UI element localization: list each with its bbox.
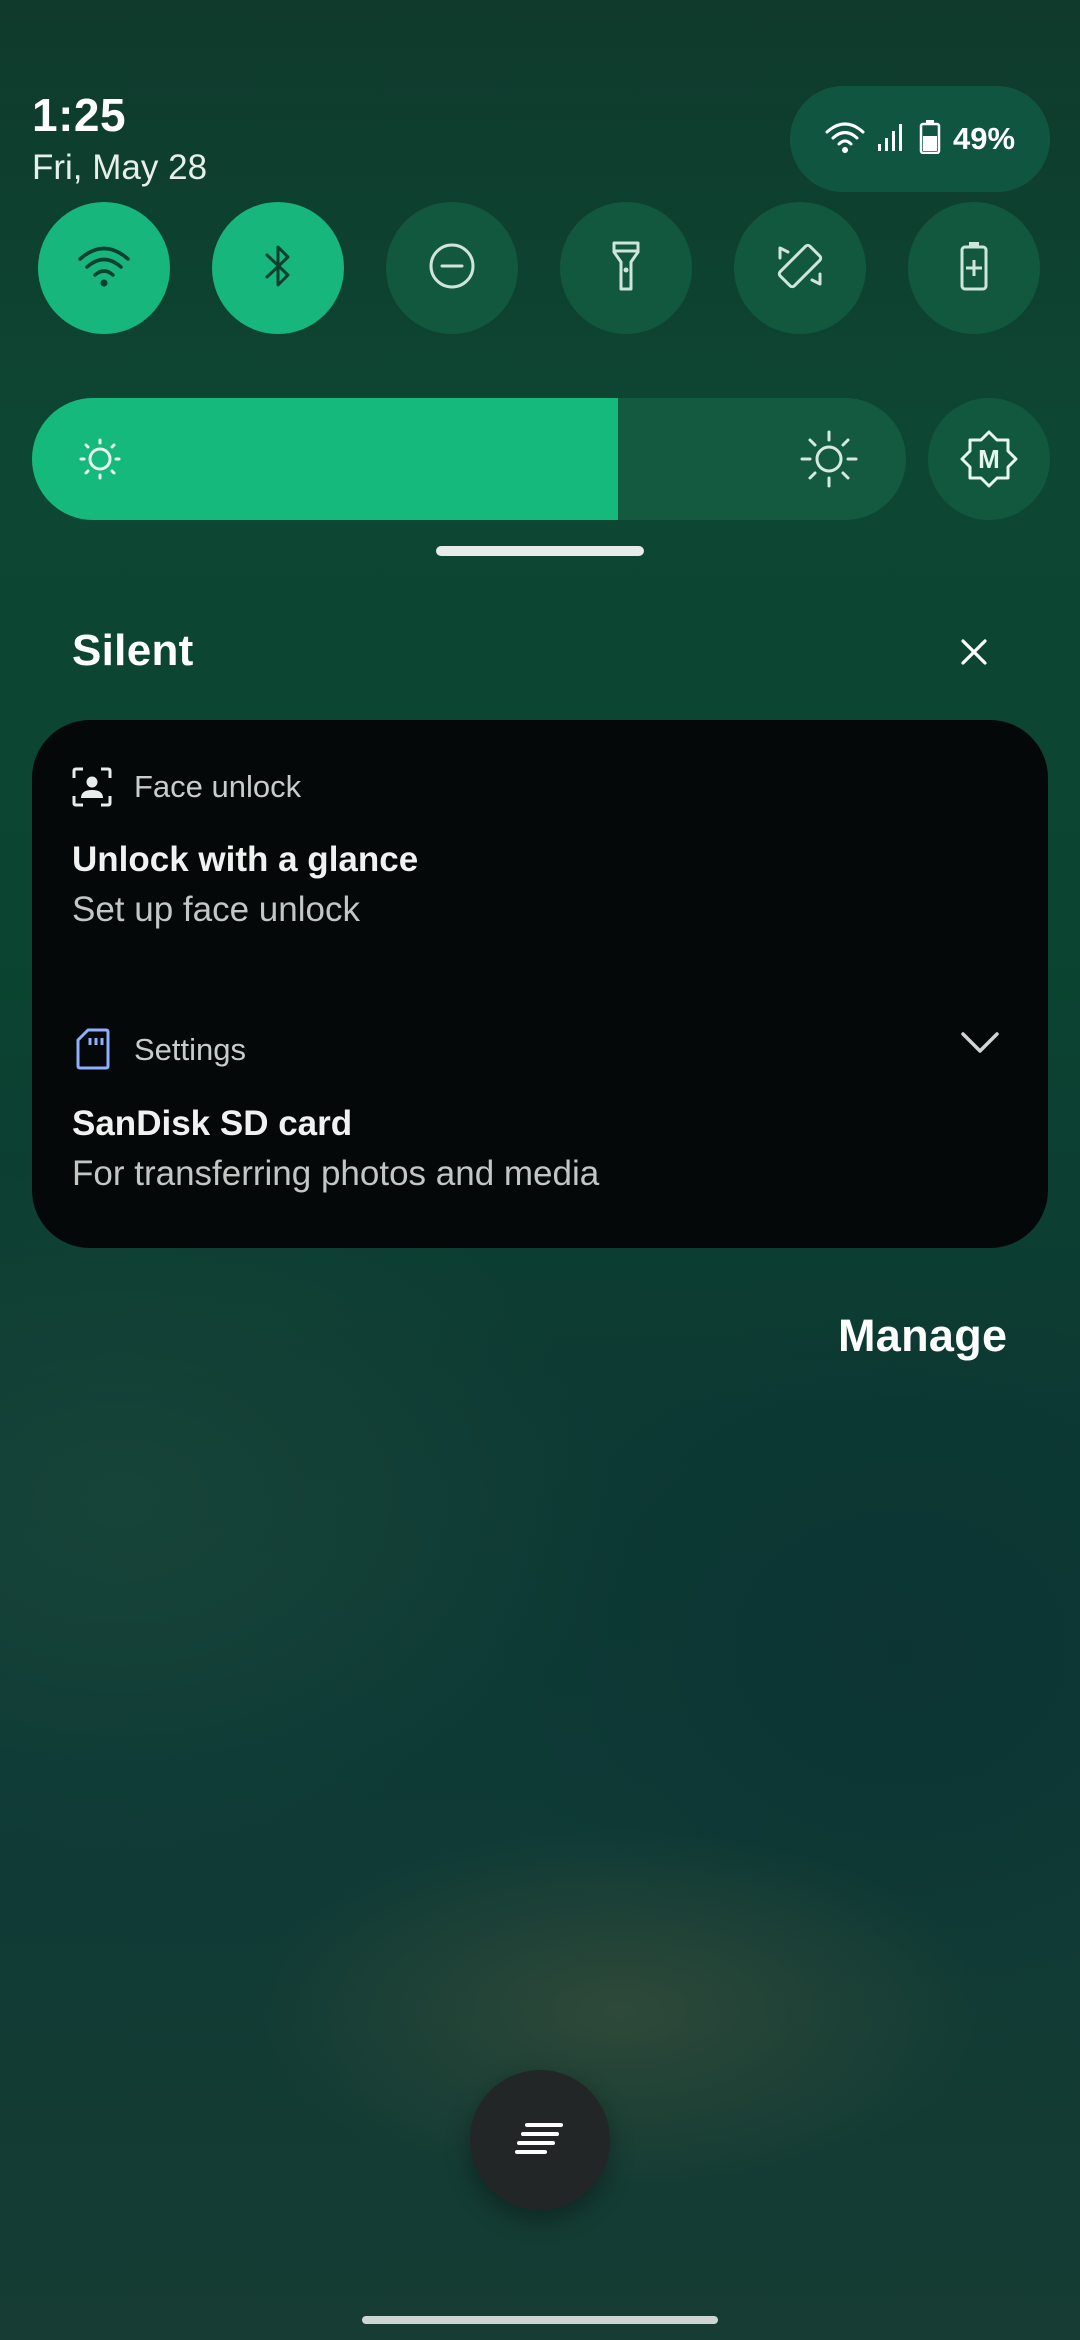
notification-title: SanDisk SD card — [72, 1104, 353, 1143]
clock: 1:25 — [32, 89, 127, 141]
clear-silent-button[interactable] — [952, 632, 996, 676]
brightness-low-icon — [78, 437, 122, 486]
cellular-signal-icon — [877, 122, 907, 157]
auto-rotate-tile[interactable] — [734, 202, 866, 334]
wifi-status-icon — [825, 120, 865, 159]
manage-button[interactable]: Manage — [838, 1310, 1007, 1362]
notification-card: Face unlock Unlock with a glance Set up … — [32, 720, 1048, 1248]
auto-brightness-button[interactable]: M — [928, 398, 1050, 520]
notification-face-unlock[interactable]: Face unlock Unlock with a glance Set up … — [32, 720, 1048, 970]
bluetooth-icon — [263, 242, 293, 295]
battery-saver-icon — [959, 241, 989, 296]
battery-percentage: 49% — [952, 121, 1016, 156]
notification-text: For transferring photos and media — [72, 1154, 600, 1193]
date: Fri, May 28 — [32, 148, 208, 187]
close-icon — [960, 638, 988, 671]
bluetooth-tile[interactable] — [212, 202, 344, 334]
notification-sd-card[interactable]: Settings SanDisk SD card For transferrin… — [32, 970, 1048, 1248]
brightness-high-icon — [800, 430, 858, 493]
notification-app-name: Settings — [134, 1032, 247, 1067]
notification-text: Set up face unlock — [72, 890, 360, 929]
auto-rotate-icon — [774, 240, 826, 297]
sd-card-icon — [76, 1028, 110, 1075]
flashlight-tile[interactable] — [560, 202, 692, 334]
face-unlock-icon — [72, 767, 112, 812]
flashlight-icon — [611, 240, 641, 297]
gesture-nav-bar[interactable] — [362, 2316, 718, 2324]
wifi-icon — [77, 244, 131, 293]
clear-all-button[interactable] — [470, 2070, 610, 2210]
clear-all-icon — [515, 2121, 565, 2160]
do-not-disturb-tile[interactable] — [386, 202, 518, 334]
drag-handle[interactable] — [436, 546, 644, 556]
brightness-slider[interactable] — [32, 398, 906, 520]
auto-brightness-label: M — [978, 444, 1000, 474]
wifi-tile[interactable] — [38, 202, 170, 334]
notification-app-name: Face unlock — [134, 769, 302, 804]
chevron-down-icon[interactable] — [960, 1030, 1000, 1061]
status-pill[interactable]: 49% — [790, 86, 1050, 192]
battery-icon — [919, 119, 941, 159]
do-not-disturb-icon — [427, 241, 477, 296]
notification-title: Unlock with a glance — [72, 840, 419, 879]
section-title: Silent — [72, 626, 194, 675]
auto-brightness-icon: M — [959, 429, 1019, 489]
battery-saver-tile[interactable] — [908, 202, 1040, 334]
